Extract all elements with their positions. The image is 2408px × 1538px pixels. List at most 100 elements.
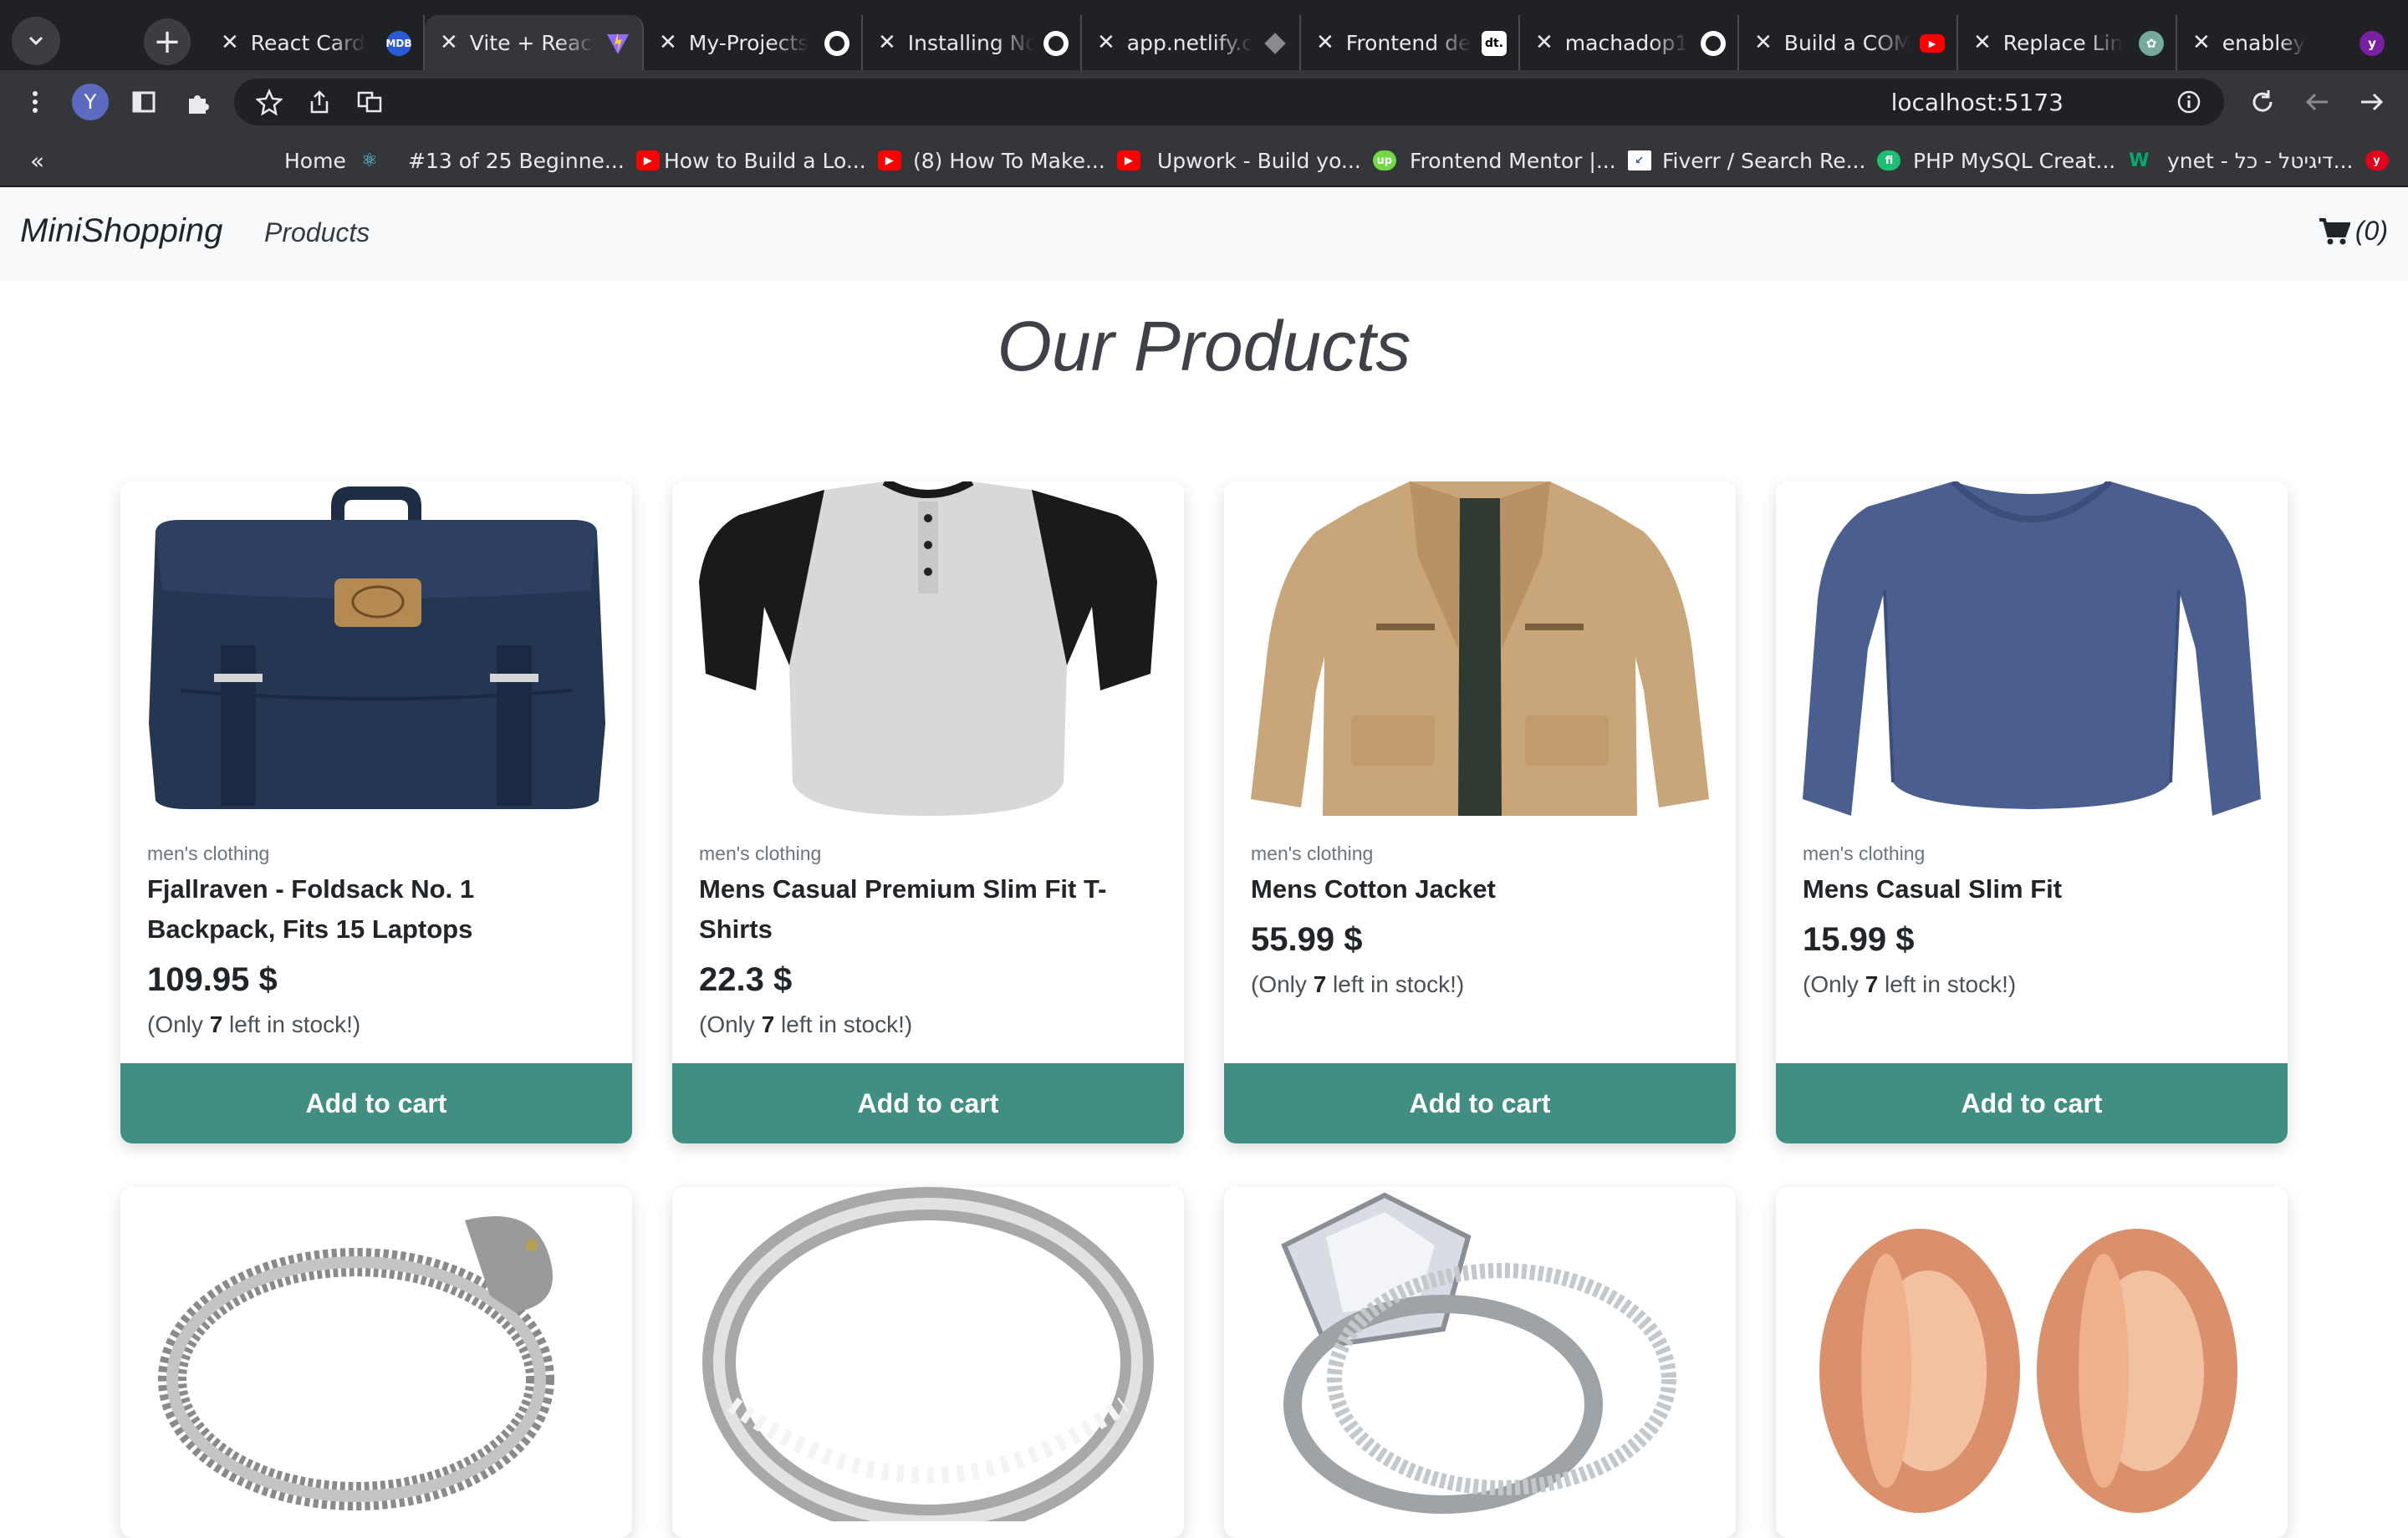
menu-dots-icon[interactable] — [17, 84, 54, 120]
bookmark-label: How to Build a Lo... — [664, 148, 866, 173]
new-tab-button[interactable]: + — [144, 18, 191, 65]
fiverr-icon: fi — [1877, 150, 1901, 171]
tab-machadop1[interactable]: ✕ machadop1 — [1520, 15, 1739, 70]
shopping-cart-icon — [2319, 217, 2350, 244]
youtube-icon: ▶ — [635, 150, 660, 171]
long-sleeve-shirt-image — [1803, 481, 2261, 816]
bookmark-how-to-build[interactable]: How to Build a Lo... ▶ — [664, 145, 901, 176]
react-icon: ⚛ — [360, 150, 378, 171]
yahoo-icon: y — [2360, 31, 2385, 56]
bookmark-frontend-mentor[interactable]: Frontend Mentor |... ↙ — [1410, 145, 1651, 176]
tab-netlify[interactable]: ✕ app.netlify.com — [1082, 15, 1301, 70]
close-icon[interactable]: ✕ — [221, 30, 239, 55]
close-icon[interactable]: ✕ — [1754, 30, 1773, 55]
close-icon[interactable]: ✕ — [2192, 30, 2211, 55]
diamond-ring-set-image — [1281, 1192, 1676, 1514]
stock-note: (Only 7 left in stock!) — [147, 1011, 361, 1037]
extensions-icon[interactable] — [179, 84, 216, 120]
netlify-icon — [1263, 31, 1288, 56]
tab-label: enabley — [2222, 30, 2306, 55]
tab-label: Frontend dev — [1345, 30, 1472, 55]
bookmark-ynet[interactable]: ynet - דיגיטל - כל... y — [2167, 145, 2389, 176]
product-card — [672, 1187, 1184, 1538]
bookmark-13-of-25[interactable]: #13 of 25 Beginne... ▶ — [408, 145, 660, 176]
add-to-cart-button[interactable]: Add to cart — [672, 1063, 1184, 1143]
site-info-icon[interactable] — [2171, 84, 2207, 120]
bookmark-label: Fiverr / Search Re... — [1662, 148, 1866, 173]
upwork-icon: up — [1372, 150, 1396, 171]
bookmark-label: Frontend Mentor |... — [1410, 148, 1616, 173]
back-arrow-icon[interactable] — [2299, 84, 2336, 120]
bookmark-label: (8) How To Make... — [913, 148, 1105, 173]
close-icon[interactable]: ✕ — [1316, 30, 1334, 55]
tab-label: My-Projects — [688, 30, 809, 55]
vite-icon — [605, 31, 630, 56]
cart-count: (0) — [2354, 216, 2388, 246]
tab-build-a-com[interactable]: ✕ Build a COM ▶ — [1739, 15, 1958, 70]
close-icon[interactable]: ✕ — [1535, 30, 1553, 55]
tab-label: Installing Node — [907, 30, 1033, 55]
github-icon — [824, 31, 849, 56]
cart-button[interactable]: (0) — [2319, 216, 2388, 247]
stock-note: (Only 7 left in stock!) — [1803, 971, 2017, 997]
tab-frontend-dev[interactable]: ✕ Frontend dev dt. — [1301, 15, 1520, 70]
translate-icon[interactable] — [351, 84, 388, 120]
product-card — [120, 1187, 632, 1538]
bookmark-home[interactable]: Home ⚛ — [284, 145, 381, 176]
bookmark-how-to-make[interactable]: (8) How To Make... ▶ — [913, 145, 1140, 176]
browser-tab-bar: + ✕ React Card MDB ✕ Vite + React ✕ My-Proje… — [0, 0, 2408, 70]
chatgpt-icon: ✿ — [2139, 31, 2164, 56]
site-brand[interactable]: MiniShopping — [20, 212, 222, 250]
youtube-icon: ▶ — [1116, 150, 1140, 171]
bookmark-php-mysql[interactable]: PHP MySQL Creat... W — [1913, 145, 2150, 176]
bookmark-upwork[interactable]: Upwork - Build yo... up — [1157, 145, 1396, 176]
frontend-mentor-icon: ↙ — [1627, 150, 1651, 171]
tab-enabley[interactable]: ✕ enabley y — [2177, 15, 2396, 70]
tab-installing-node[interactable]: ✕ Installing Node — [863, 15, 1082, 70]
close-icon[interactable]: ✕ — [1097, 30, 1115, 55]
reload-icon[interactable] — [2244, 84, 2281, 120]
dragon-bracelet-image — [158, 1216, 554, 1510]
github-icon — [1701, 31, 1726, 56]
close-icon[interactable]: ✕ — [659, 30, 677, 55]
youtube-icon: ▶ — [877, 150, 901, 171]
bookmark-fiverr[interactable]: Fiverr / Search Re... fi — [1662, 145, 1901, 176]
product-card — [1224, 1187, 1736, 1538]
avatar[interactable]: Y — [72, 84, 109, 120]
add-to-cart-button[interactable]: Add to cart — [120, 1063, 632, 1143]
product-title: Fjallraven - Foldsack No. 1 Backpack, Fi… — [147, 874, 475, 944]
share-icon[interactable] — [301, 84, 338, 120]
tab-label: Replace Lin — [2002, 30, 2124, 55]
forward-arrow-icon[interactable] — [2353, 84, 2390, 120]
product-card — [1776, 1187, 2288, 1538]
add-to-cart-button[interactable]: Add to cart — [1776, 1063, 2288, 1143]
tab-search-button[interactable] — [12, 17, 60, 65]
product-price: 109.95 $ — [147, 961, 278, 998]
close-icon[interactable]: ✕ — [878, 30, 896, 55]
tab-replace-lin[interactable]: ✕ Replace Lin ✿ — [1958, 15, 2177, 70]
product-category: men's clothing — [147, 843, 270, 864]
close-icon[interactable]: ✕ — [440, 30, 458, 55]
product-category: men's clothing — [1803, 843, 1926, 864]
add-to-cart-button[interactable]: Add to cart — [1224, 1063, 1736, 1143]
product-title: Mens Casual Slim Fit — [1803, 874, 2063, 904]
close-icon[interactable]: ✕ — [1973, 30, 1992, 55]
page-title: Our Products — [997, 307, 1411, 385]
product-card: men's clothing Mens Cotton Jacket 55.99 … — [1224, 481, 1736, 1143]
tshirt-image — [699, 481, 1157, 816]
mdb-icon: MDB — [385, 31, 412, 56]
star-icon[interactable] — [251, 84, 288, 120]
tab-react-card[interactable]: ✕ React Card MDB — [206, 15, 425, 70]
product-card: men's clothing Mens Casual Premium Slim … — [672, 481, 1184, 1143]
tab-label: machadop1 — [1564, 30, 1689, 55]
w-icon: W — [2129, 150, 2150, 171]
product-title: Mens Cotton Jacket — [1251, 874, 1496, 904]
tab-vite-react[interactable]: ✕ Vite + React — [425, 15, 644, 70]
nav-link-products[interactable]: Products — [264, 217, 370, 248]
product-card: men's clothing Mens Casual Slim Fit 15.9… — [1776, 481, 2288, 1143]
sidebar-icon[interactable] — [125, 84, 162, 120]
tab-my-projects[interactable]: ✕ My-Projects — [644, 15, 863, 70]
product-price: 22.3 $ — [699, 961, 793, 998]
bookmarks-toggle[interactable]: « — [30, 145, 44, 176]
tab-strip: ✕ React Card MDB ✕ Vite + React ✕ My-Project… — [206, 15, 2396, 70]
